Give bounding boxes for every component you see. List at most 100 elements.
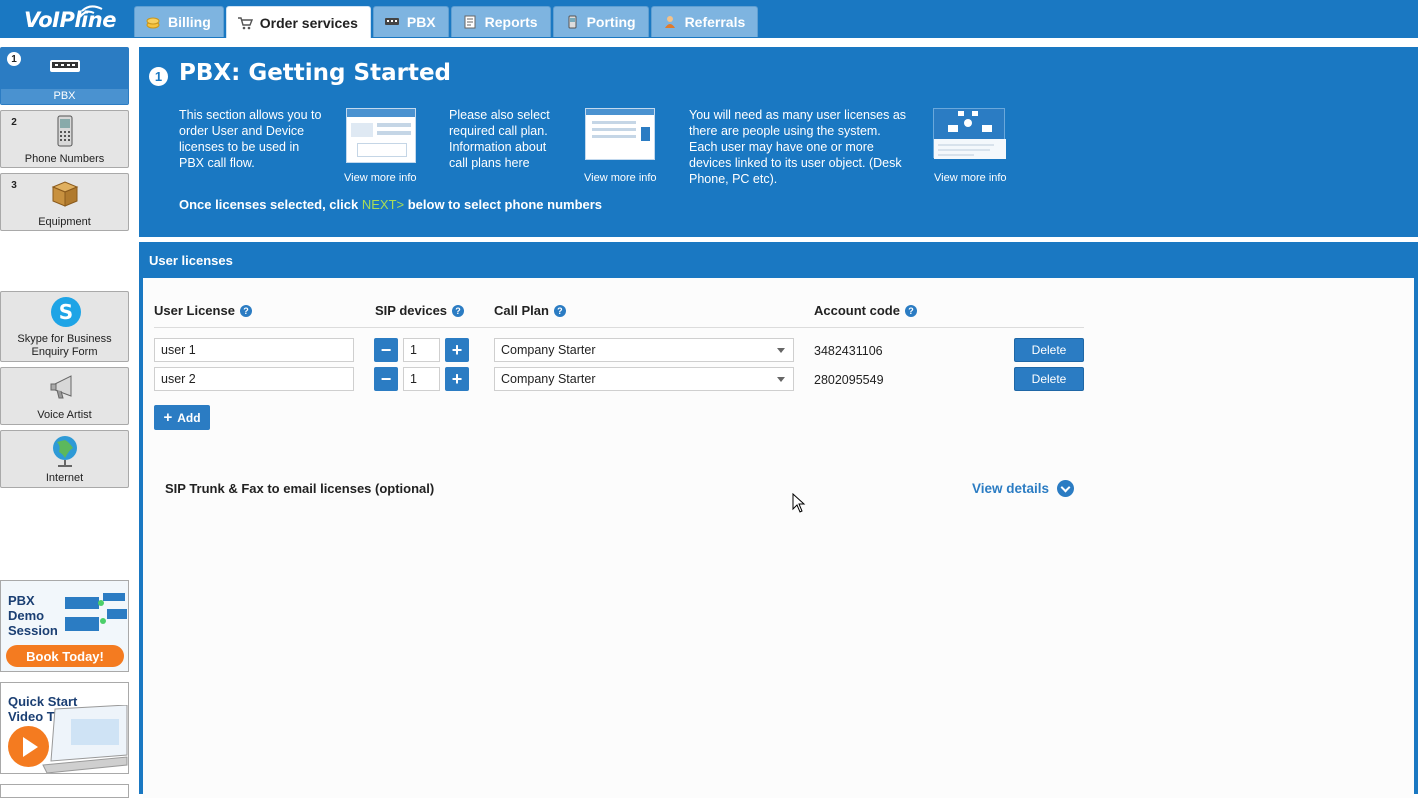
tab-label: Referrals: [684, 14, 746, 30]
step-number: 3: [11, 179, 17, 191]
sidebar-step-equipment[interactable]: 3 Equipment: [0, 173, 129, 231]
svg-text:S: S: [59, 300, 73, 324]
box-icon: [51, 181, 79, 207]
column-sip-devices: SIP devices ?: [375, 303, 465, 318]
sip-devices-count-input[interactable]: 1: [403, 367, 440, 391]
tab-porting[interactable]: Porting: [552, 6, 649, 37]
coins-icon: [146, 17, 160, 29]
tab-billing[interactable]: Billing: [134, 6, 224, 37]
plus-icon: +: [451, 368, 463, 389]
intro-line: licenses to be used in: [179, 140, 300, 154]
promo-demo-line1: PBX: [8, 593, 35, 608]
call-plan-select[interactable]: Company Starter: [494, 367, 794, 391]
pbx-device-icon: [50, 60, 80, 72]
sip-trunk-title: SIP Trunk & Fax to email licenses (optio…: [165, 481, 435, 496]
tab-label: Billing: [168, 14, 211, 30]
voice-artist-label: Voice Artist: [37, 409, 92, 421]
column-label: Account code: [814, 303, 900, 318]
promo-pbx-demo[interactable]: PBX Demo Session Book Today!: [0, 580, 129, 672]
devices-thumbnail[interactable]: [933, 108, 1006, 159]
intro-line: call plans here: [449, 156, 530, 170]
tab-label: PBX: [406, 14, 436, 30]
voipline-logo[interactable]: VoIPline: [22, 3, 116, 35]
intro-line: Information about: [449, 140, 547, 154]
intro-line: This section allows you to: [179, 108, 322, 122]
cart-icon: [237, 16, 253, 29]
tab-referrals[interactable]: Referrals: [650, 6, 759, 37]
view-more-info-link-call-plan[interactable]: View more info: [584, 172, 657, 184]
section-number: 1: [149, 67, 168, 86]
column-user-license: User License ?: [154, 303, 252, 318]
user-license-name-input[interactable]: user 1: [154, 338, 354, 362]
sip-devices-count-input[interactable]: 1: [403, 338, 440, 362]
call-plan-select[interactable]: Company Starter: [494, 338, 794, 362]
plus-icon: +: [163, 409, 173, 426]
add-label: Add: [177, 410, 201, 425]
step-number: 2: [11, 116, 17, 128]
sidebar-internet[interactable]: Internet: [0, 430, 129, 488]
play-icon[interactable]: [8, 726, 49, 767]
internet-label: Internet: [45, 472, 84, 484]
page-title: PBX: Getting Started: [179, 60, 452, 86]
help-icon[interactable]: ?: [553, 304, 566, 317]
step-label: Equipment: [38, 216, 91, 228]
view-details-link[interactable]: View details: [972, 480, 1075, 497]
plus-icon: +: [451, 339, 463, 360]
intro-line: there are people using the system.: [689, 124, 881, 138]
step-label: Phone Numbers: [24, 153, 105, 165]
next-instruction-pre: Once licenses selected, click: [179, 197, 362, 212]
next-keyword: NEXT>: [361, 197, 405, 212]
call-plan-thumbnail[interactable]: [585, 108, 655, 160]
sidebar-step-phone-numbers[interactable]: 2 Phone Numbers: [0, 110, 129, 168]
step-label: PBX: [53, 90, 76, 102]
call-plan-value: Company Starter: [501, 372, 596, 386]
intro-text-user-licenses: You will need as many user licenses as t…: [689, 107, 929, 187]
help-icon[interactable]: ?: [239, 304, 252, 317]
add-user-license-button[interactable]: + Add: [154, 405, 210, 430]
delete-button[interactable]: Delete: [1014, 338, 1084, 362]
chevron-down-icon: [777, 348, 785, 353]
getting-started-panel: 1 PBX: Getting Started This section allo…: [139, 47, 1418, 237]
column-label: Call Plan: [494, 303, 549, 318]
laptop-illustration: [42, 705, 128, 773]
promo-partial: [0, 784, 129, 798]
intro-line: You will need as many user licenses as: [689, 108, 907, 122]
licenses-thumbnail[interactable]: [346, 108, 416, 163]
intro-line: PBX call flow.: [179, 156, 255, 170]
column-label: SIP devices: [375, 303, 448, 318]
account-code: 3482431106: [814, 344, 883, 358]
user-licenses-body: User License ? SIP devices ? Call Plan ?…: [143, 278, 1414, 798]
tab-reports[interactable]: Reports: [450, 6, 551, 37]
call-plan-value: Company Starter: [501, 343, 596, 357]
view-more-info-link-licenses[interactable]: View more info: [344, 172, 417, 184]
chevron-down-icon: [777, 377, 785, 382]
top-bar: VoIPline Billing Order services PBX Repo…: [0, 0, 1418, 38]
decrement-devices-button[interactable]: −: [374, 367, 398, 391]
decrement-devices-button[interactable]: −: [374, 338, 398, 362]
promo-quick-start-video[interactable]: Quick Start Video Tutorial: [0, 682, 129, 774]
tab-pbx[interactable]: PBX: [372, 6, 449, 37]
megaphone-icon: [50, 375, 72, 399]
sidebar-skype-enquiry[interactable]: S Skype for Business Enquiry Form: [0, 291, 129, 362]
increment-devices-button[interactable]: +: [445, 338, 469, 362]
book-today-button[interactable]: Book Today!: [6, 645, 124, 667]
sidebar-voice-artist[interactable]: Voice Artist: [0, 367, 129, 425]
flow-diagram-illustration: [65, 593, 127, 631]
increment-devices-button[interactable]: +: [445, 367, 469, 391]
tab-order-services[interactable]: Order services: [225, 6, 371, 38]
sidebar-step-pbx[interactable]: 1 PBX: [0, 47, 129, 105]
minus-icon: −: [380, 368, 392, 389]
skype-label-line2: Enquiry Form: [31, 346, 98, 358]
phone-port-icon: [568, 15, 577, 29]
user-licenses-header: User licenses: [149, 253, 233, 268]
tab-label: Order services: [259, 14, 358, 31]
intro-text-call-plan: Please also select required call plan. I…: [449, 107, 579, 171]
intro-line: Phone, PC etc).: [689, 172, 778, 186]
user-licenses-panel: User licenses User License ? SIP devices…: [139, 242, 1418, 798]
view-more-info-link-devices[interactable]: View more info: [934, 172, 1007, 184]
delete-button[interactable]: Delete: [1014, 367, 1084, 391]
person-icon: [664, 16, 675, 28]
help-icon[interactable]: ?: [904, 304, 917, 317]
user-license-name-input[interactable]: user 2: [154, 367, 354, 391]
help-icon[interactable]: ?: [452, 304, 465, 317]
